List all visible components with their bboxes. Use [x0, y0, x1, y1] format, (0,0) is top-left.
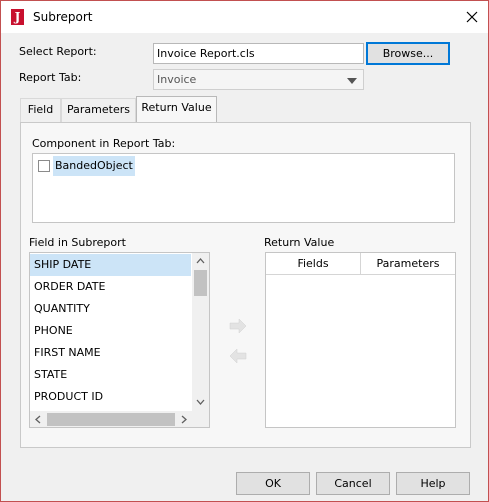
list-item[interactable]: PRODUCT ID	[30, 386, 191, 408]
close-icon	[466, 11, 478, 23]
vertical-scrollbar[interactable]	[192, 253, 209, 411]
scroll-up-icon[interactable]	[196, 258, 205, 264]
list-item[interactable]: FIRST NAME	[30, 342, 191, 364]
scroll-right-icon[interactable]	[181, 415, 187, 424]
list-item[interactable]: PHONE	[30, 320, 191, 342]
tab-field[interactable]: Field	[20, 98, 61, 122]
arrow-right-icon[interactable]	[229, 319, 247, 333]
component-tree: BandedObject	[32, 153, 455, 223]
subreport-dialog: J Subreport Select Report: Invoice Repor…	[0, 0, 489, 502]
scroll-down-icon[interactable]	[196, 399, 205, 405]
tab-parameters[interactable]: Parameters	[61, 98, 136, 122]
report-tab-value: Invoice	[157, 73, 197, 86]
list-item[interactable]: SHIP DATE	[30, 254, 191, 276]
browse-button[interactable]: Browse...	[366, 42, 450, 65]
scroll-left-icon[interactable]	[35, 415, 41, 424]
title-bar: J Subreport	[1, 1, 488, 33]
select-report-label: Select Report:	[19, 45, 97, 58]
vertical-scroll-thumb[interactable]	[194, 270, 207, 296]
ok-button[interactable]: OK	[236, 472, 310, 495]
report-tab-label: Report Tab:	[19, 71, 82, 84]
banded-object-label[interactable]: BandedObject	[53, 156, 135, 176]
horizontal-scrollbar[interactable]	[30, 411, 192, 427]
window-title: Subreport	[33, 10, 93, 24]
horizontal-scroll-thumb[interactable]	[47, 413, 175, 426]
field-in-subreport-label: Field in Subreport	[29, 236, 126, 249]
banded-object-checkbox[interactable]	[38, 160, 50, 172]
scrollbar-corner	[192, 411, 209, 427]
arrow-left-icon[interactable]	[229, 349, 247, 363]
column-header-fields[interactable]: Fields	[266, 253, 361, 275]
tab-panel: Component in Report Tab: BandedObject Fi…	[20, 122, 471, 448]
return-value-label: Return Value	[264, 236, 335, 249]
select-report-field[interactable]: Invoice Report.cls	[153, 43, 364, 64]
tab-return-value[interactable]: Return Value	[136, 96, 217, 122]
close-button[interactable]	[461, 7, 483, 27]
chevron-down-icon	[347, 78, 357, 84]
cancel-button[interactable]: Cancel	[316, 472, 390, 495]
column-header-parameters[interactable]: Parameters	[361, 253, 455, 275]
list-item[interactable]: ORDER DATE	[30, 276, 191, 298]
report-app-icon: J	[11, 9, 24, 25]
field-list: SHIP DATE ORDER DATE QUANTITY PHONE FIRS…	[29, 252, 210, 428]
component-label: Component in Report Tab:	[32, 137, 176, 150]
list-item[interactable]: QUANTITY	[30, 298, 191, 320]
return-value-table: Fields Parameters	[265, 252, 456, 428]
report-tab-dropdown[interactable]: Invoice	[153, 69, 364, 90]
help-button[interactable]: Help	[396, 472, 470, 495]
list-item[interactable]: STATE	[30, 364, 191, 386]
